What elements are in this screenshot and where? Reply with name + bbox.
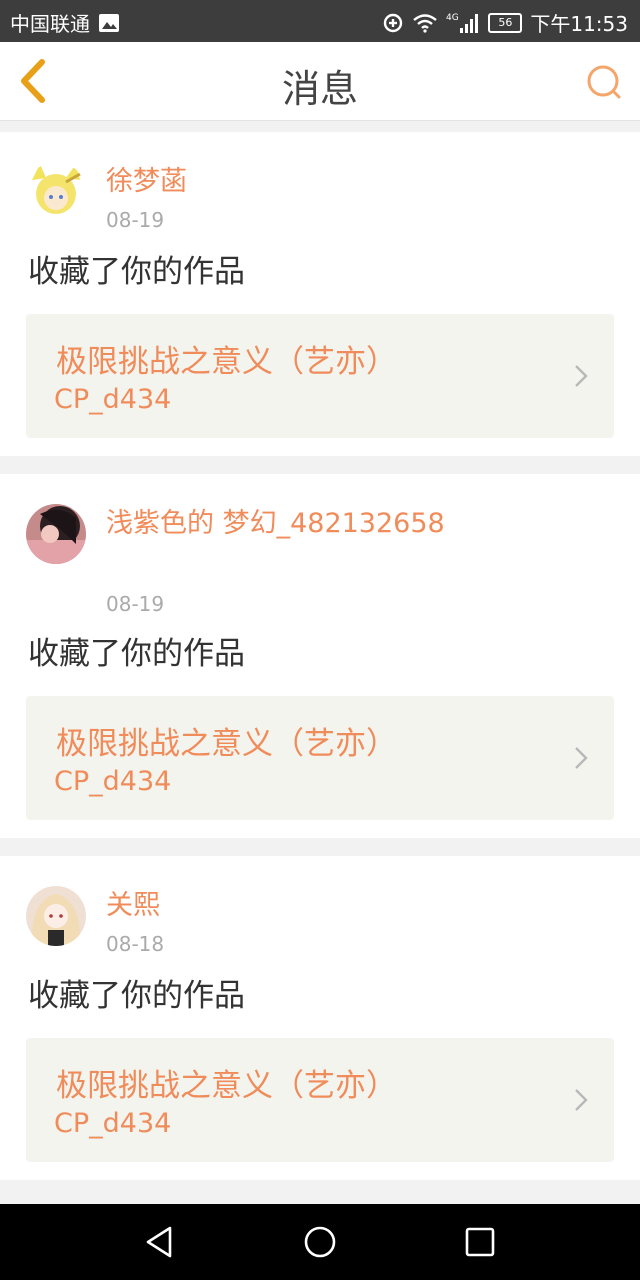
work-code: CP_d434 <box>54 766 172 797</box>
search-button[interactable] <box>584 62 624 102</box>
home-circle-icon <box>304 1226 336 1258</box>
carrier-label: 中国联通 <box>10 12 90 36</box>
app-header: 消息 <box>0 42 640 121</box>
post-date: 08-19 <box>106 592 165 616</box>
avatar[interactable] <box>26 162 86 222</box>
status-right: 4G 56 下午11:53 <box>382 8 628 37</box>
chevron-right-icon <box>575 1089 588 1111</box>
work-code: CP_d434 <box>54 384 172 415</box>
status-time: 下午11:53 <box>530 12 628 36</box>
message-header: 浅紫色的 梦幻_482132658 08-19 <box>26 474 614 634</box>
message-card: 关熙 08-18 收藏了你的作品 极限挑战之意义（艺亦） CP_d434 <box>0 856 640 1180</box>
nav-recents-button[interactable] <box>460 1222 500 1262</box>
nav-home-button[interactable] <box>300 1222 340 1262</box>
image-icon <box>98 13 120 33</box>
action-text: 收藏了你的作品 <box>28 636 245 672</box>
chevron-right-icon <box>575 365 588 387</box>
user-name[interactable]: 徐梦菡 <box>106 164 566 200</box>
work-title: 极限挑战之意义（艺亦） <box>56 726 397 762</box>
work-title: 极限挑战之意义（艺亦） <box>56 1068 397 1104</box>
status-bar: 中国联通 4G 56 下午11:53 <box>0 0 640 42</box>
user-name[interactable]: 浅紫色的 梦幻_482132658 <box>106 506 566 542</box>
signal-icon: 4G <box>446 12 480 34</box>
back-triangle-icon <box>146 1226 172 1258</box>
search-icon <box>587 65 621 99</box>
work-title: 极限挑战之意义（艺亦） <box>56 344 397 380</box>
chevron-right-icon <box>575 747 588 769</box>
post-date: 08-19 <box>106 208 165 232</box>
post-date: 08-18 <box>106 932 165 956</box>
user-name[interactable]: 关熙 <box>106 888 566 924</box>
recents-square-icon <box>465 1227 495 1257</box>
work-link[interactable]: 极限挑战之意义（艺亦） CP_d434 <box>26 1038 614 1162</box>
avatar[interactable] <box>26 886 86 946</box>
message-card: 浅紫色的 梦幻_482132658 08-19 收藏了你的作品 极限挑战之意义（… <box>0 474 640 838</box>
status-left: 中国联通 <box>10 8 120 37</box>
wifi-icon <box>412 13 438 33</box>
page-title: 消息 <box>281 67 358 111</box>
system-nav-bar <box>0 1204 640 1280</box>
action-text: 收藏了你的作品 <box>28 254 245 290</box>
message-header: 关熙 08-18 <box>26 856 614 976</box>
network-label: 4G <box>446 13 459 23</box>
message-header: 徐梦菡 08-19 <box>26 132 614 252</box>
work-link[interactable]: 极限挑战之意义（艺亦） CP_d434 <box>26 696 614 820</box>
battery-icon: 56 <box>488 12 523 33</box>
nav-back-button[interactable] <box>140 1222 180 1262</box>
message-list: 徐梦菡 08-19 收藏了你的作品 极限挑战之意义（艺亦） CP_d434 浅紫… <box>0 132 640 1198</box>
work-code: CP_d434 <box>54 1108 172 1139</box>
avatar[interactable] <box>26 504 86 564</box>
work-link[interactable]: 极限挑战之意义（艺亦） CP_d434 <box>26 314 614 438</box>
alarm-icon <box>382 12 404 34</box>
message-card: 徐梦菡 08-19 收藏了你的作品 极限挑战之意义（艺亦） CP_d434 <box>0 132 640 456</box>
action-text: 收藏了你的作品 <box>28 978 245 1014</box>
